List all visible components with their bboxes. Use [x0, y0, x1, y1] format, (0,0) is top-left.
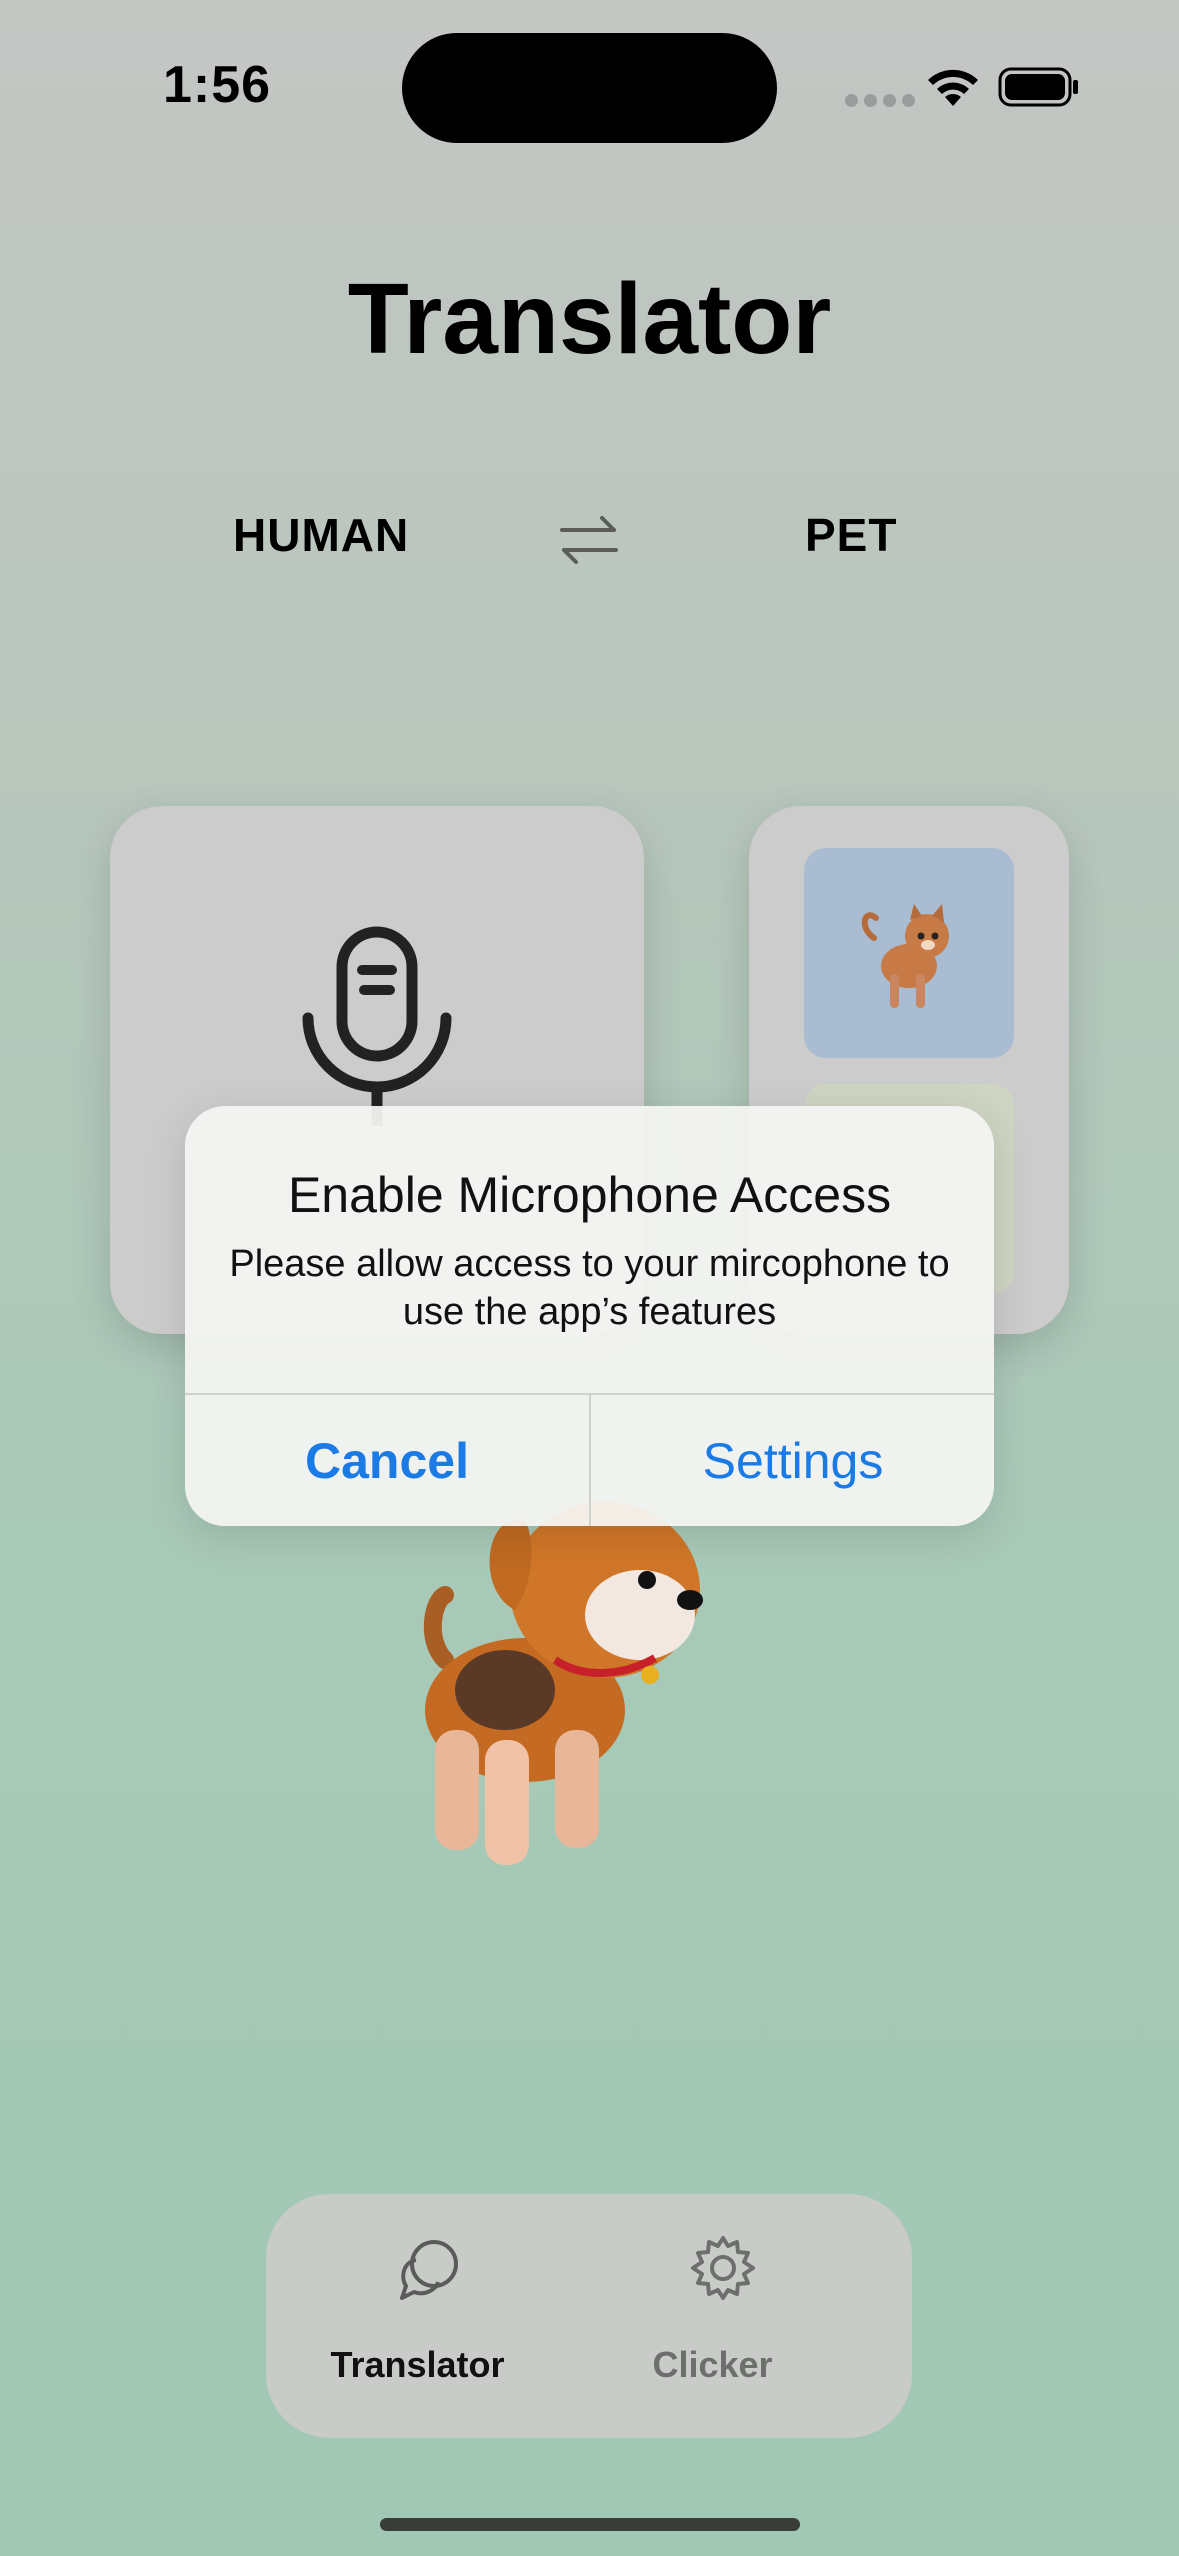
page-title: Translator — [347, 263, 832, 375]
microphone-icon — [302, 926, 452, 1126]
cellular-signal-icon — [845, 94, 915, 107]
permission-alert: Enable Microphone Access Please allow ac… — [185, 1106, 994, 1526]
chat-bubbles-icon — [400, 2240, 458, 2300]
target-language[interactable]: PET — [805, 508, 897, 562]
tab-clicker[interactable]: Clicker — [589, 2194, 912, 2438]
dog-image — [423, 1502, 703, 1865]
cat-option[interactable] — [804, 848, 1014, 1058]
tab-label: Clicker — [652, 2344, 773, 2385]
source-language[interactable]: HUMAN — [233, 508, 409, 562]
home-indicator — [380, 2518, 800, 2531]
tab-label: Translator — [330, 2344, 505, 2385]
tab-bar: Translator Clicker — [266, 2194, 912, 2438]
dynamic-island — [402, 33, 777, 143]
battery-icon — [998, 67, 1078, 107]
alert-title: Enable Microphone Access — [287, 1167, 892, 1223]
cancel-button[interactable]: Cancel — [185, 1395, 589, 1526]
wifi-icon — [928, 69, 978, 106]
tab-translator[interactable]: Translator — [266, 2194, 589, 2438]
gear-icon — [691, 2236, 755, 2300]
swap-arrows-icon[interactable] — [558, 512, 620, 568]
status-time: 1:56 — [163, 56, 272, 114]
cat-image — [861, 904, 949, 1008]
alert-message: Please allow access to your mircophone t… — [229, 1243, 950, 1333]
settings-button[interactable]: Settings — [591, 1395, 994, 1526]
